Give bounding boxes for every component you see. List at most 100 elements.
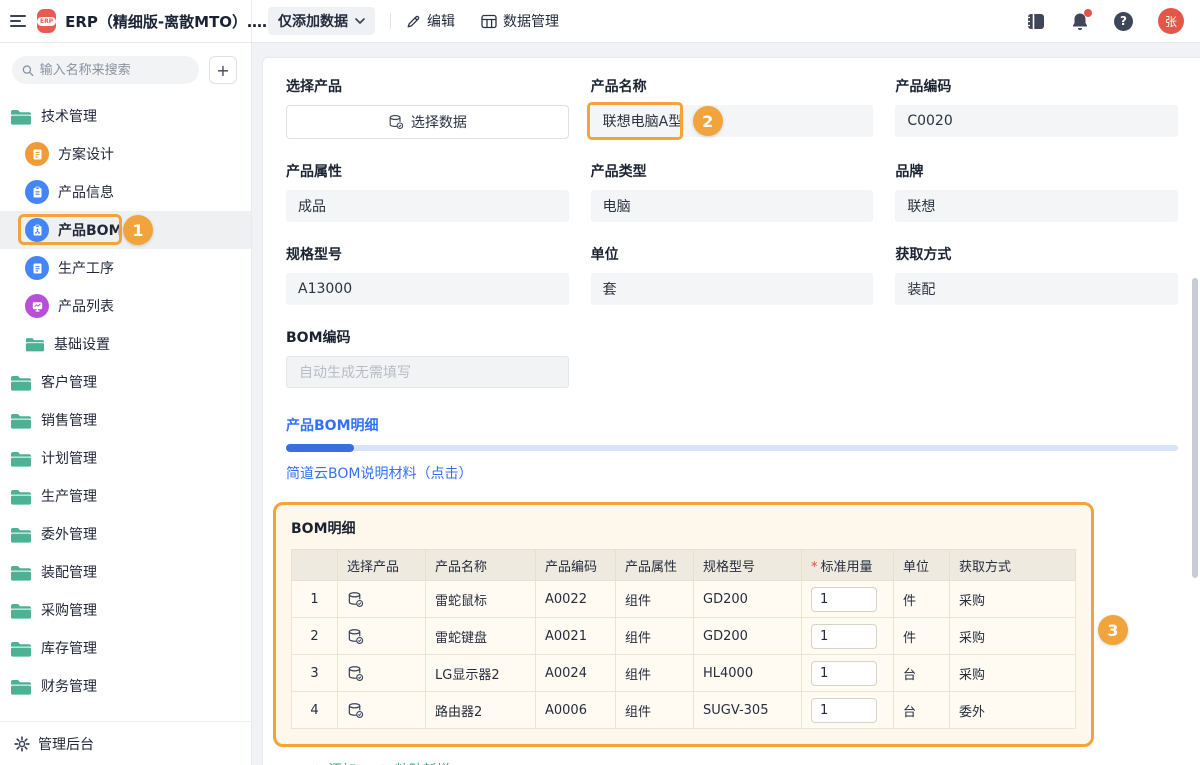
- database-select-icon: [347, 702, 364, 719]
- unit-value[interactable]: 套: [591, 273, 874, 305]
- sidebar-item-tech-mgmt[interactable]: 技术管理: [0, 97, 251, 135]
- row-acquire: 采购: [950, 655, 1076, 692]
- row-spec: GD200: [694, 618, 802, 655]
- search-input-wrap: [12, 56, 199, 84]
- monitor-chart-icon: [25, 294, 49, 318]
- field-select-product: 选择产品 选择数据: [286, 76, 569, 139]
- main-area: 选择产品 选择数据 产品名称 联想电脑A型 2 产品编码: [252, 43, 1200, 765]
- table-row: 2 雷蛇键盘 A0021 组件 GD200 件 采购: [292, 618, 1076, 655]
- sidebar-item-production-process[interactable]: 生产工序: [0, 249, 251, 287]
- sidebar-item-product-bom[interactable]: 产品BOM 1: [0, 211, 251, 249]
- bom-doc-link[interactable]: 简道云BOM说明材料（点击）: [286, 463, 1178, 483]
- qty-input[interactable]: [811, 587, 877, 612]
- row-select-cell[interactable]: [338, 655, 426, 692]
- database-select-icon: [347, 628, 364, 645]
- sidebar: + 技术管理 方案设计 产品信息 产品BOM 1: [0, 43, 252, 765]
- product-name-value[interactable]: 联想电脑A型 2: [591, 105, 874, 137]
- annotation-badge-3: 3: [1098, 615, 1128, 645]
- qty-input[interactable]: [811, 698, 877, 723]
- folder-icon: [10, 412, 32, 429]
- spec-value[interactable]: A13000: [286, 273, 569, 305]
- brand-value[interactable]: 联想: [895, 190, 1178, 222]
- sidebar-item-assembly-mgmt[interactable]: 装配管理: [0, 553, 251, 591]
- product-type-value[interactable]: 电脑: [591, 190, 874, 222]
- sidebar-item-planning-mgmt[interactable]: 计划管理: [0, 439, 251, 477]
- row-name: 路由器2: [426, 692, 536, 729]
- admin-console-button[interactable]: 管理后台: [0, 721, 251, 765]
- tab-product-bom-detail[interactable]: 产品BOM明细: [286, 415, 379, 435]
- folder-icon: [10, 602, 32, 619]
- row-name: LG显示器2: [426, 655, 536, 692]
- sidebar-item-inventory-mgmt[interactable]: 库存管理: [0, 629, 251, 667]
- pencil-icon: [406, 14, 421, 29]
- database-select-icon: [347, 591, 364, 608]
- help-button[interactable]: ?: [1114, 12, 1133, 31]
- field-label: 获取方式: [895, 244, 1178, 264]
- field-unit: 单位 套: [591, 244, 874, 305]
- add-app-button[interactable]: +: [209, 56, 237, 84]
- bom-header-row: 选择产品 产品名称 产品编码 产品属性 规格型号 *标准用量 单位 获取方式: [292, 550, 1076, 581]
- row-attr: 组件: [616, 581, 694, 618]
- notebook-icon[interactable]: [1026, 13, 1046, 30]
- col-header-qty: *标准用量: [802, 550, 894, 581]
- sidebar-item-label: 生产工序: [58, 258, 114, 278]
- sidebar-item-product-list[interactable]: 产品列表: [0, 287, 251, 325]
- sidebar-item-label: 销售管理: [41, 410, 97, 430]
- table-row: 3 LG显示器2 A0024 组件 HL4000 台 采购: [292, 655, 1076, 692]
- app-window: ERP ERP（精细版-离散MTO）…… 仅添加数据 编辑 数据管理: [0, 0, 1200, 765]
- field-brand: 品牌 联想: [895, 161, 1178, 222]
- row-spec: GD200: [694, 581, 802, 618]
- search-input[interactable]: [40, 63, 189, 78]
- doc-icon: [25, 142, 49, 166]
- bom-panel-title: BOM明细: [291, 518, 1076, 538]
- row-acquire: 采购: [950, 581, 1076, 618]
- field-label: 选择产品: [286, 76, 569, 96]
- sidebar-item-sales-mgmt[interactable]: 销售管理: [0, 401, 251, 439]
- chevron-down-icon: [355, 18, 365, 24]
- collapse-sidebar-icon[interactable]: [10, 15, 26, 27]
- database-select-icon: [388, 114, 404, 130]
- row-attr: 组件: [616, 618, 694, 655]
- sidebar-item-purchase-mgmt[interactable]: 采购管理: [0, 591, 251, 629]
- notifications-button[interactable]: [1071, 12, 1089, 31]
- paste-add-button[interactable]: +粘贴新增: [376, 760, 450, 765]
- row-select-cell[interactable]: [338, 692, 426, 729]
- sidebar-item-outsourcing-mgmt[interactable]: 委外管理: [0, 515, 251, 553]
- app-logo: ERP: [37, 9, 56, 33]
- product-attr-value[interactable]: 成品: [286, 190, 569, 222]
- sidebar-item-product-info[interactable]: 产品信息: [0, 173, 251, 211]
- row-select-cell[interactable]: [338, 618, 426, 655]
- col-header-select: 选择产品: [338, 550, 426, 581]
- user-avatar[interactable]: 张: [1158, 8, 1184, 34]
- row-select-cell[interactable]: [338, 581, 426, 618]
- sidebar-item-label: 计划管理: [41, 448, 97, 468]
- subform-actions: +添加 +粘贴新增: [310, 760, 1178, 765]
- data-manage-button[interactable]: 数据管理: [481, 11, 559, 31]
- annotation-badge-2: 2: [693, 106, 723, 136]
- sidebar-item-label: 产品BOM: [58, 220, 123, 240]
- sidebar-item-plan-design[interactable]: 方案设计: [0, 135, 251, 173]
- qty-input[interactable]: [811, 661, 877, 686]
- edit-button[interactable]: 编辑: [406, 11, 455, 31]
- add-row-button[interactable]: +添加: [310, 760, 356, 765]
- row-index: 1: [292, 581, 338, 618]
- sidebar-item-label: 产品列表: [58, 296, 114, 316]
- folder-icon: [10, 526, 32, 543]
- notification-dot: [1084, 9, 1092, 17]
- select-data-button[interactable]: 选择数据: [286, 105, 569, 139]
- product-code-value[interactable]: C0020: [895, 105, 1178, 137]
- bom-code-input[interactable]: 自动生成无需填写: [286, 356, 569, 388]
- row-index: 4: [292, 692, 338, 729]
- acquire-value[interactable]: 装配: [895, 273, 1178, 305]
- table-row: 4 路由器2 A0006 组件 SUGV-305 台 委外: [292, 692, 1076, 729]
- admin-console-label: 管理后台: [38, 734, 94, 754]
- sidebar-item-basic-settings[interactable]: 基础设置: [0, 325, 251, 363]
- sidebar-item-production-mgmt[interactable]: 生产管理: [0, 477, 251, 515]
- scrollbar-thumb[interactable]: [1192, 278, 1198, 578]
- row-code: A0006: [536, 692, 616, 729]
- mode-dropdown[interactable]: 仅添加数据: [268, 7, 375, 35]
- sidebar-item-finance-mgmt[interactable]: 财务管理: [0, 667, 251, 705]
- sidebar-item-customer-mgmt[interactable]: 客户管理: [0, 363, 251, 401]
- qty-input[interactable]: [811, 624, 877, 649]
- row-unit: 台: [894, 692, 950, 729]
